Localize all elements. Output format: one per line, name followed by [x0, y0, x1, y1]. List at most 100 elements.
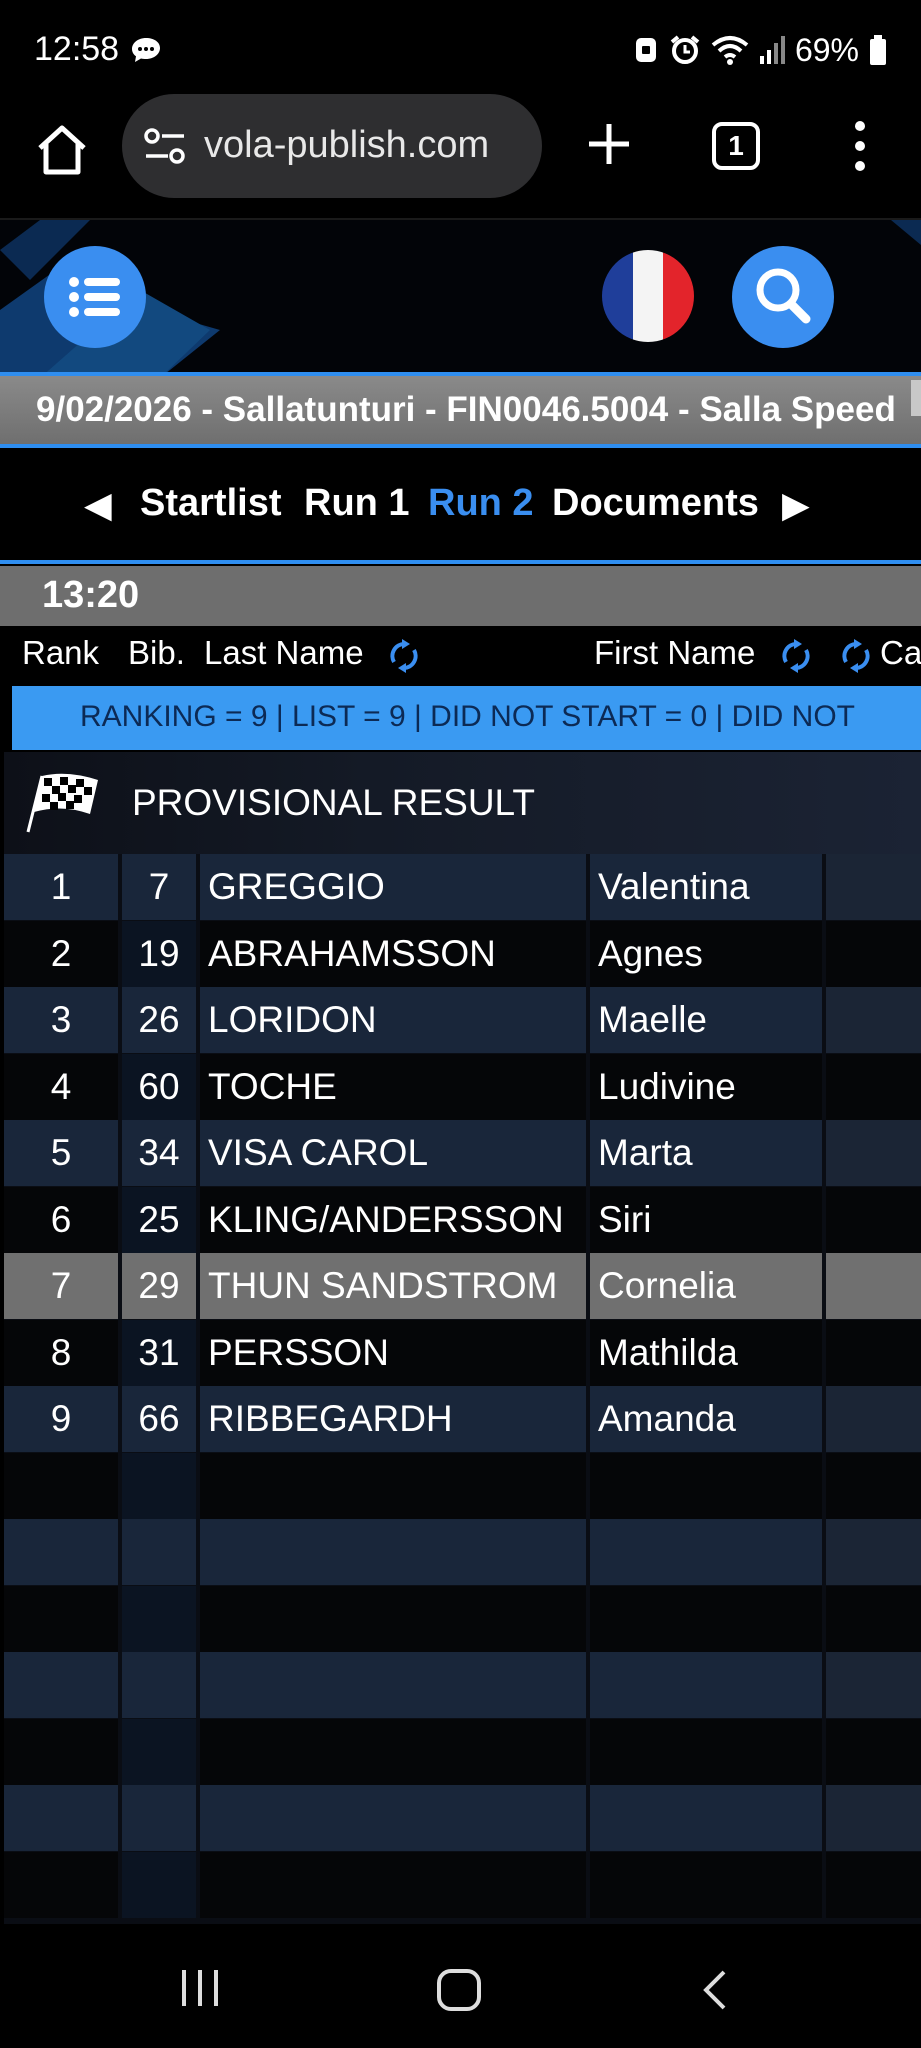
rank-cell: 7 [4, 1253, 118, 1319]
first-name-cell [590, 1718, 822, 1785]
last-name-cell: ABRAHAMSSON [200, 920, 586, 987]
rank-cell [4, 1785, 118, 1851]
rank-cell: 5 [4, 1120, 118, 1186]
last-name-cell [200, 1785, 586, 1851]
home-icon[interactable] [36, 122, 88, 178]
french-flag-language-button[interactable] [602, 250, 694, 342]
rank-cell [4, 1452, 118, 1519]
checkered-flag-icon [26, 773, 98, 833]
bib-cell [122, 1452, 196, 1519]
last-name-cell: PERSSON [200, 1319, 586, 1386]
site-header [0, 218, 921, 376]
col-category[interactable]: Ca [880, 634, 921, 672]
prev-arrow-icon[interactable]: ◀ [84, 484, 112, 526]
address-bar[interactable]: vola-publish.com [122, 94, 542, 198]
col-first-name[interactable]: First Name [594, 634, 755, 672]
empty-table-row [4, 1718, 921, 1785]
rank-cell: 3 [4, 987, 118, 1053]
first-name-cell: Agnes [590, 920, 822, 987]
vpn-lock-icon [635, 38, 656, 62]
col-bib[interactable]: Bib. [128, 634, 185, 672]
bib-cell [122, 1519, 196, 1585]
table-row[interactable]: 9 66 RIBBEGARDH Amanda [4, 1386, 921, 1452]
rank-cell [4, 1519, 118, 1585]
extra-cell [826, 1319, 921, 1386]
table-header: Rank Bib. Last Name First Name Ca [0, 626, 921, 684]
extra-cell [826, 920, 921, 987]
nav-startlist[interactable]: Startlist [140, 482, 281, 525]
extra-cell [826, 987, 921, 1053]
col-rank[interactable]: Rank [22, 634, 99, 672]
table-row[interactable]: 1 7 GREGGIO Valentina [4, 854, 921, 920]
home-nav-icon[interactable] [436, 1968, 482, 2012]
site-settings-icon[interactable] [144, 128, 186, 164]
system-nav-bar [0, 1924, 921, 2048]
extra-cell [826, 1785, 921, 1851]
table-row[interactable]: 8 31 PERSSON Mathilda [4, 1319, 921, 1386]
tab-switcher-button[interactable]: 1 [712, 122, 760, 170]
last-name-cell: TOCHE [200, 1053, 586, 1120]
rank-cell [4, 1585, 118, 1652]
next-arrow-icon[interactable]: ▶ [782, 484, 810, 526]
extra-cell [826, 1120, 921, 1186]
sort-refresh-icon[interactable] [386, 638, 422, 674]
empty-table-row [4, 1452, 921, 1519]
last-name-cell [200, 1851, 586, 1918]
extra-cell [826, 1851, 921, 1918]
status-icons: 69% [633, 30, 887, 70]
last-name-cell [200, 1585, 586, 1652]
last-name-cell: LORIDON [200, 987, 586, 1053]
more-menu-icon[interactable] [846, 120, 874, 172]
col-last-name[interactable]: Last Name [204, 634, 364, 672]
extra-cell [826, 1386, 921, 1452]
bib-cell [122, 1718, 196, 1785]
search-button[interactable] [732, 246, 834, 348]
table-row[interactable]: 2 19 ABRAHAMSSON Agnes [4, 920, 921, 987]
bib-cell: 26 [122, 987, 196, 1053]
first-name-cell [590, 1585, 822, 1652]
battery-icon [870, 35, 886, 65]
table-row[interactable]: 3 26 LORIDON Maelle [4, 987, 921, 1053]
bib-cell [122, 1785, 196, 1851]
scrollbar-thumb[interactable] [911, 380, 921, 416]
rank-cell [4, 1851, 118, 1918]
table-row[interactable]: 4 60 TOCHE Ludivine [4, 1053, 921, 1120]
menu-button[interactable] [44, 246, 146, 348]
back-icon[interactable] [700, 1968, 730, 2012]
wifi-icon [711, 36, 749, 65]
rank-cell [4, 1652, 118, 1718]
table-row[interactable]: 5 34 VISA CAROL Marta [4, 1120, 921, 1186]
url-text[interactable]: vola-publish.com [204, 124, 534, 167]
bib-cell: 7 [122, 854, 196, 920]
first-name-cell [590, 1652, 822, 1718]
empty-table-row [4, 1585, 921, 1652]
extra-cell [826, 1585, 921, 1652]
bib-cell: 29 [122, 1253, 196, 1319]
first-name-cell [590, 1519, 822, 1585]
last-name-cell [200, 1652, 586, 1718]
nav-run-2[interactable]: Run 2 [428, 482, 534, 525]
first-name-cell: Maelle [590, 987, 822, 1053]
bib-cell: 60 [122, 1053, 196, 1120]
list-menu-icon [69, 277, 120, 317]
sort-refresh-icon[interactable] [778, 638, 814, 674]
extra-cell [826, 1652, 921, 1718]
nav-run-1[interactable]: Run 1 [304, 482, 410, 525]
last-name-cell: VISA CAROL [200, 1120, 586, 1186]
bib-cell: 25 [122, 1186, 196, 1253]
provisional-result-label: PROVISIONAL RESULT [132, 782, 535, 823]
table-row[interactable]: 6 25 KLING/ANDERSSON Siri [4, 1186, 921, 1253]
rank-cell [4, 1718, 118, 1785]
new-tab-icon[interactable] [585, 120, 633, 168]
last-name-cell: RIBBEGARDH [200, 1386, 586, 1452]
sort-refresh-icon[interactable] [838, 638, 874, 674]
table-row[interactable]: 7 29 THUN SANDSTROM Cornelia [4, 1253, 921, 1319]
nav-documents[interactable]: Documents [552, 482, 759, 525]
recent-apps-icon[interactable] [178, 1968, 222, 2008]
status-time: 12:58 [34, 30, 120, 68]
first-name-cell [590, 1851, 822, 1918]
extra-cell [826, 1718, 921, 1785]
first-name-cell [590, 1452, 822, 1519]
first-name-cell: Ludivine [590, 1053, 822, 1120]
last-name-cell [200, 1519, 586, 1585]
